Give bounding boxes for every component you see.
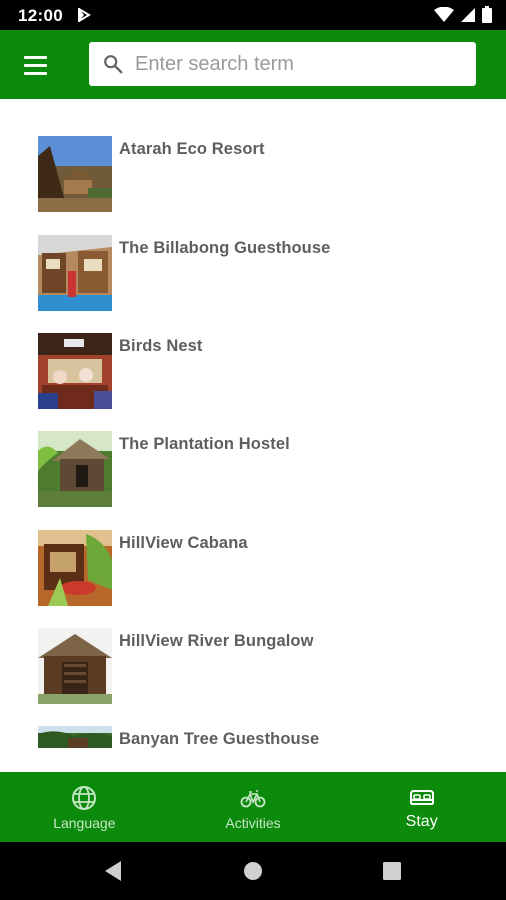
status-icons: [434, 6, 492, 23]
list-item[interactable]: HillView River Bungalow: [38, 628, 478, 704]
nav-activities-label: Activities: [225, 815, 281, 831]
nav-stay-label: Stay: [405, 813, 438, 830]
search-input[interactable]: [135, 42, 465, 86]
thumbnail-image: [38, 235, 112, 311]
play-notification-icon: [78, 8, 91, 22]
battery-icon: [482, 6, 492, 23]
item-title: Banyan Tree Guesthouse: [119, 730, 320, 748]
hamburger-icon-line: [23, 55, 47, 59]
back-icon[interactable]: [103, 860, 123, 882]
thumbnail-image: [38, 333, 112, 409]
thumbnail-image: [38, 628, 112, 704]
recents-icon[interactable]: [383, 862, 401, 880]
item-title: HillView Cabana: [119, 534, 248, 552]
item-title: Birds Nest: [119, 337, 203, 355]
thumbnail-image: [38, 431, 112, 507]
nav-language[interactable]: Language: [0, 772, 169, 842]
nav-language-label: Language: [53, 815, 116, 831]
search-icon: [104, 55, 123, 74]
item-title: Atarah Eco Resort: [119, 140, 265, 158]
system-navigation-bar: [0, 842, 506, 900]
nav-activities[interactable]: Activities: [169, 772, 338, 842]
list-item[interactable]: Atarah Eco Resort: [38, 136, 478, 212]
bottom-navigation: Language Activities Stay: [0, 772, 506, 842]
bed-icon: [409, 790, 434, 805]
list-item[interactable]: The Plantation Hostel: [38, 431, 478, 507]
menu-button[interactable]: [16, 50, 54, 80]
bicycle-icon: [240, 790, 266, 808]
nav-stay[interactable]: Stay: [337, 772, 506, 842]
thumbnail-image: [38, 726, 112, 748]
item-title: HillView River Bungalow: [119, 632, 314, 650]
search-box[interactable]: [89, 42, 476, 86]
stay-list[interactable]: Atarah Eco Resort The Billabong Guesthou…: [0, 99, 506, 772]
item-title: The Billabong Guesthouse: [119, 239, 331, 257]
hamburger-icon-line: [23, 71, 47, 75]
home-icon[interactable]: [243, 861, 263, 881]
cellular-signal-icon: [461, 7, 475, 22]
thumbnail-image: [38, 530, 112, 606]
status-bar: 12:00: [0, 0, 506, 30]
list-item[interactable]: Banyan Tree Guesthouse: [38, 726, 478, 772]
list-item[interactable]: Birds Nest: [38, 333, 478, 409]
hamburger-icon-line: [23, 63, 47, 67]
list-item[interactable]: The Billabong Guesthouse: [38, 235, 478, 311]
status-time: 12:00: [18, 6, 63, 25]
list-item[interactable]: HillView Cabana: [38, 530, 478, 606]
item-title: The Plantation Hostel: [119, 435, 290, 453]
globe-icon: [72, 786, 97, 810]
thumbnail-image: [38, 136, 112, 212]
wifi-icon: [434, 6, 454, 22]
app-bar: [0, 30, 506, 99]
